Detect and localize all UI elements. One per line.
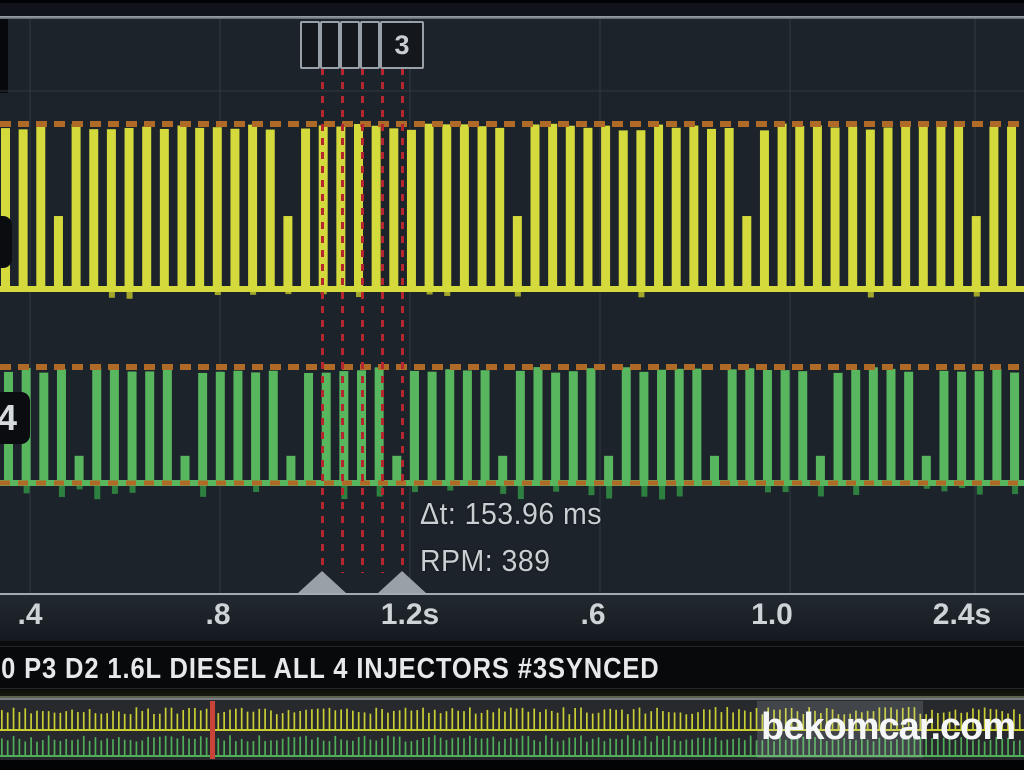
watermark-text: bekomcar.com <box>761 706 1015 749</box>
marker-group-label: 3 <box>394 30 409 61</box>
time-axis-label: 1.2s <box>381 598 439 632</box>
time-marker-triangle[interactable] <box>378 571 426 593</box>
time-marker-triangle[interactable] <box>298 571 346 593</box>
marker-flag[interactable] <box>360 21 380 69</box>
time-axis-label: .4 <box>17 598 42 632</box>
time-axis-label: .8 <box>205 598 230 632</box>
waveform-plot-area[interactable]: 3 3 4 Δt: 153.96 ms RPM: 389 <box>0 19 1024 593</box>
scope-screen: 3 3 4 Δt: 153.96 ms RPM: 389 .4 .8 1.2s … <box>0 0 1024 770</box>
marker-group-flag[interactable]: 3 <box>380 21 424 69</box>
overview-minimap[interactable]: bekomcar.com <box>0 698 1024 760</box>
marker-cursor-line <box>401 68 404 573</box>
time-axis[interactable]: .4 .8 1.2s .6 1.0 2.4s <box>0 593 1024 641</box>
minimap-position-cursor[interactable] <box>210 701 215 759</box>
session-bar: 00 P3 D2 1.6L DIESEL ALL 4 INJECTORS #3S… <box>0 646 1024 689</box>
time-axis-label: 2.4s <box>933 598 991 632</box>
session-label: 00 P3 D2 1.6L DIESEL ALL 4 INJECTORS #3S… <box>0 653 660 686</box>
channel-badge-green[interactable]: 4 <box>0 392 30 444</box>
channel-badge-yellow[interactable]: 3 <box>0 216 12 268</box>
marker-flag[interactable] <box>320 21 340 69</box>
marker-cursor-line <box>341 68 344 573</box>
time-axis-label: 1.0 <box>751 598 793 632</box>
separator <box>0 689 1024 698</box>
marker-cursor-line <box>381 68 384 573</box>
rpm-readout: RPM: 389 <box>420 543 550 579</box>
channel-badge-green-label: 4 <box>0 397 17 439</box>
marker-flag[interactable] <box>300 21 320 69</box>
bottom-bar <box>0 760 1024 770</box>
time-axis-label: .6 <box>580 598 605 632</box>
marker-cursor-line <box>361 68 364 573</box>
marker-flag[interactable] <box>340 21 360 69</box>
marker-cursor-line <box>321 68 324 573</box>
delta-t-readout: Δt: 153.96 ms <box>420 496 602 532</box>
